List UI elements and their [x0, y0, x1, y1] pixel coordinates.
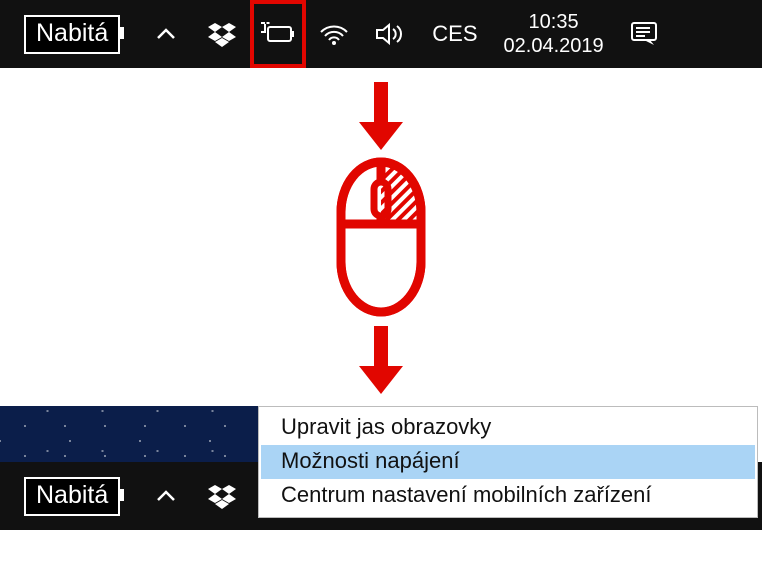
- volume-tray-icon[interactable]: [362, 0, 418, 68]
- dropbox-icon: [207, 19, 237, 49]
- right-click-mouse-icon: [316, 152, 446, 322]
- dropbox-tray-icon[interactable]: [194, 0, 250, 68]
- arrow-down-icon: [351, 78, 411, 152]
- menu-item-brightness[interactable]: Upravit jas obrazovky: [261, 411, 755, 445]
- chevron-up-icon: [154, 484, 178, 508]
- menu-item-mobility-center[interactable]: Centrum nastavení mobilních zařízení: [261, 479, 755, 513]
- speaker-icon: [375, 22, 405, 46]
- battery-context-menu: Upravit jas obrazovky Možnosti napájení …: [258, 406, 758, 518]
- battery-badge-label: Nabitá: [36, 19, 108, 47]
- lower-region: Upravit jas obrazovky Možnosti napájení …: [0, 406, 762, 530]
- tray-expand-chevron[interactable]: [138, 462, 194, 530]
- battery-tray-icon-highlighted[interactable]: [250, 0, 306, 68]
- dropbox-icon: [207, 481, 237, 511]
- arrow-down-icon: [351, 322, 411, 396]
- menu-item-power-options[interactable]: Možnosti napájení: [261, 445, 755, 479]
- chevron-up-icon: [154, 22, 178, 46]
- tray-expand-chevron[interactable]: [138, 0, 194, 68]
- ime-indicator[interactable]: CES: [418, 21, 491, 47]
- ime-label: CES: [432, 21, 477, 46]
- menu-item-label: Centrum nastavení mobilních zařízení: [281, 482, 652, 507]
- action-center-icon[interactable]: [616, 0, 672, 68]
- instruction-graphic: [0, 68, 762, 406]
- battery-badge-label: Nabitá: [36, 481, 108, 509]
- clock[interactable]: 10:35 02.04.2019: [492, 10, 616, 58]
- desktop-wallpaper-strip: [0, 406, 280, 462]
- clock-time: 10:35: [529, 10, 579, 34]
- menu-item-label: Možnosti napájení: [281, 448, 460, 473]
- menu-item-label: Upravit jas obrazovky: [281, 414, 491, 439]
- wifi-icon: [319, 22, 349, 46]
- clock-date: 02.04.2019: [504, 34, 604, 58]
- system-tray-top: Nabitá: [0, 0, 762, 68]
- battery-badge[interactable]: Nabitá: [24, 477, 120, 516]
- battery-badge[interactable]: Nabitá: [24, 15, 120, 54]
- battery-charging-icon: [261, 22, 295, 46]
- notification-icon: [630, 21, 658, 47]
- dropbox-tray-icon[interactable]: [194, 462, 250, 530]
- wifi-tray-icon[interactable]: [306, 0, 362, 68]
